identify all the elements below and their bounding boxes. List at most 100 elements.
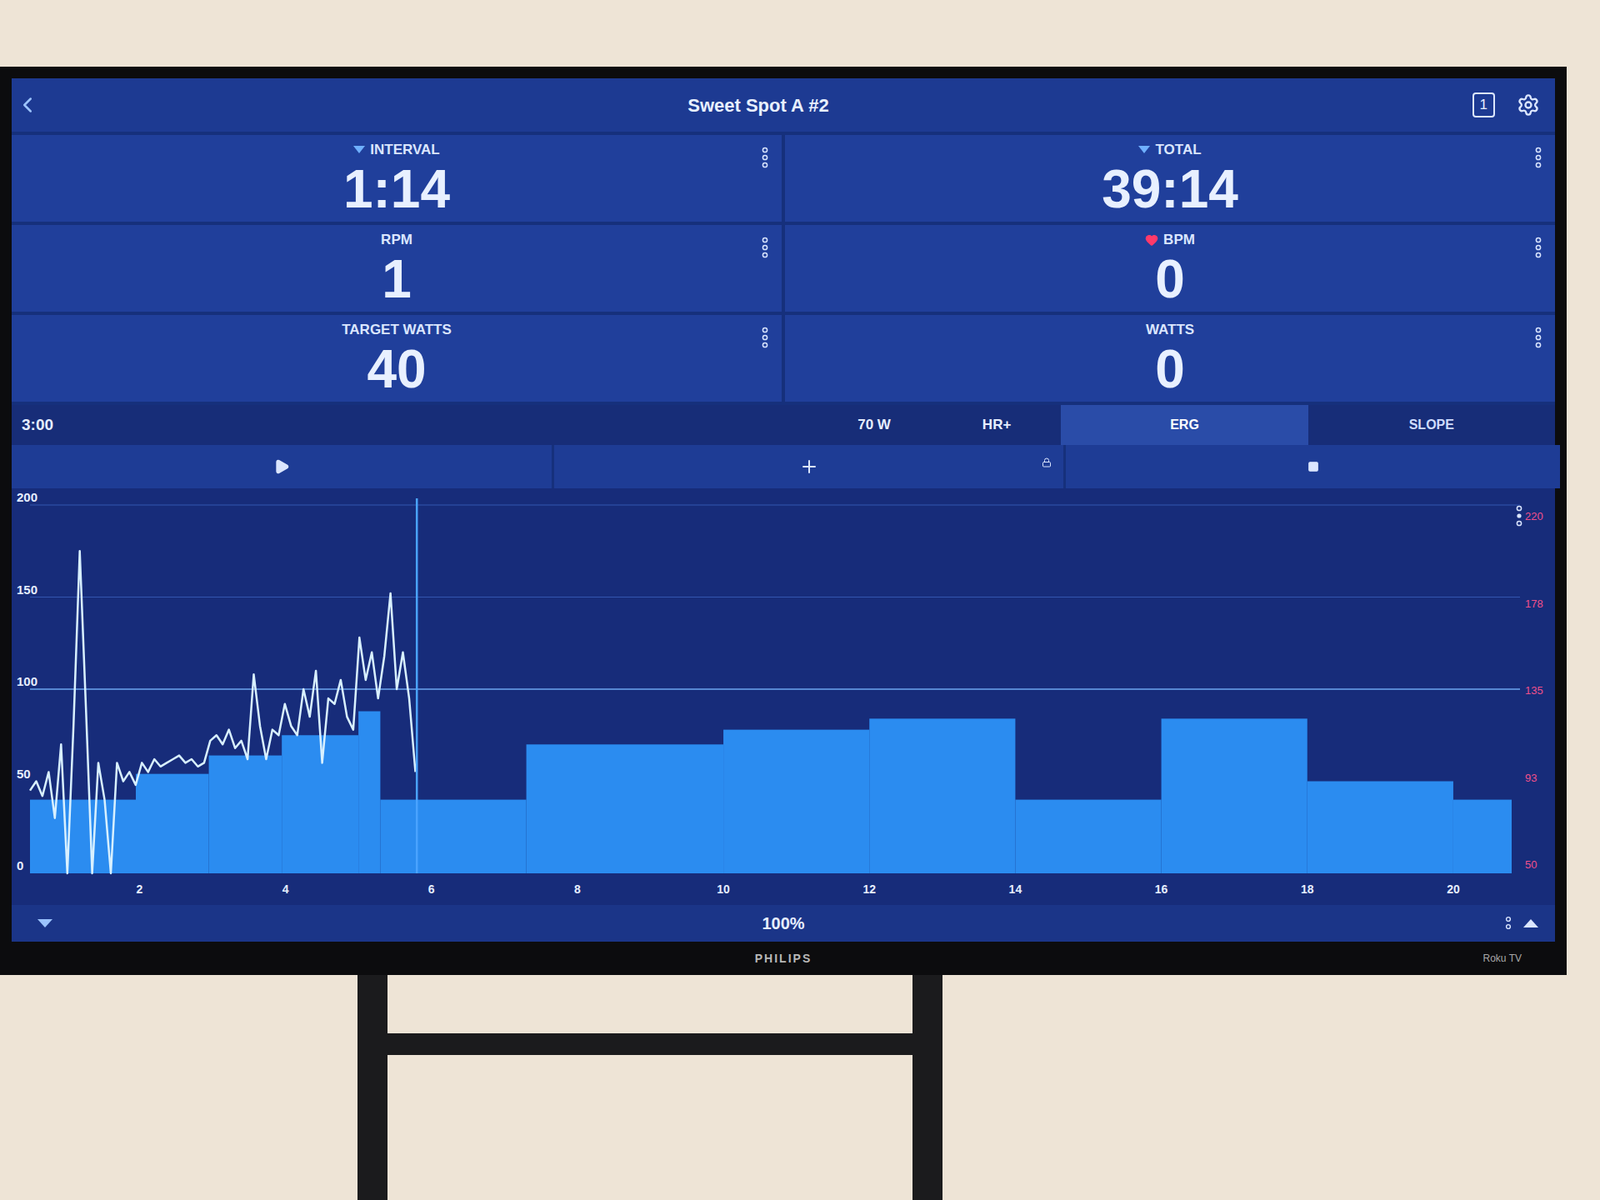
footer-menu-icon[interactable] xyxy=(1505,915,1512,931)
metrics-grid: INTERVAL 1:14 TOTAL 39:14 RPM 1 BPM 0 TARGET WAT… xyxy=(11,135,1555,402)
interval-bar[interactable] xyxy=(30,800,136,874)
metric-label: TARGET WATTS xyxy=(341,320,452,339)
metric-tile: RPM 1 xyxy=(11,225,782,312)
kebab-menu-icon[interactable] xyxy=(1534,236,1543,259)
interval-bar[interactable] xyxy=(526,744,724,874)
x-axis-label: 10 xyxy=(716,882,730,896)
hr-axis-label: 50 xyxy=(1525,858,1537,871)
interval-bar[interactable] xyxy=(1015,800,1161,874)
metric-value: 0 xyxy=(1155,252,1185,306)
stand-leg xyxy=(357,975,388,1200)
mode-bar-item[interactable]: 70 W xyxy=(857,414,891,436)
grid-line xyxy=(30,505,1520,506)
metric-value: 39:14 xyxy=(1101,162,1239,216)
hr-axis-label: 135 xyxy=(1525,684,1544,697)
hr-axis-label: 220 xyxy=(1525,510,1544,523)
tv-badge: Roku TV xyxy=(811,950,1555,966)
display-badge[interactable]: 1 xyxy=(1472,92,1495,118)
heart-icon xyxy=(1145,233,1159,247)
chart-menu-icon[interactable] xyxy=(1516,505,1521,510)
x-axis-label: 2 xyxy=(135,882,143,896)
interval-bar[interactable] xyxy=(358,711,380,874)
y-axis-label: 50 xyxy=(16,766,31,781)
mode-bar-item[interactable]: HR+ xyxy=(982,414,1011,436)
plus-icon[interactable] xyxy=(799,456,820,477)
interval-bar[interactable] xyxy=(380,800,526,874)
metric-label: INTERVAL xyxy=(353,140,440,159)
x-axis-label: 20 xyxy=(1446,882,1460,896)
x-axis-label: 12 xyxy=(862,882,876,896)
x-axis-label: 4 xyxy=(282,882,290,896)
app-screen: Sweet Spot A #2 1 INTERVAL 1:14 TOTAL 39:14 RP… xyxy=(11,78,1555,942)
interval-bar[interactable] xyxy=(1161,718,1308,874)
metric-value: 1:14 xyxy=(343,162,450,216)
metric-label: BPM xyxy=(1145,230,1195,249)
hr-axis-label: 178 xyxy=(1525,597,1544,610)
metric-tile: TOTAL 39:14 xyxy=(785,135,1555,222)
interval-bar[interactable] xyxy=(723,730,870,874)
play-icon[interactable] xyxy=(273,458,290,475)
y-axis-label: 200 xyxy=(16,490,38,505)
dropdown-triangle-icon[interactable] xyxy=(353,145,365,155)
controls-bar xyxy=(11,445,1555,489)
collapse-down-icon[interactable] xyxy=(37,919,53,928)
mode-tab[interactable]: SLOPE xyxy=(1308,405,1555,445)
metric-label: WATTS xyxy=(1145,320,1195,339)
metric-tile: TARGET WATTS 40 xyxy=(11,315,782,402)
stop-icon[interactable] xyxy=(1307,460,1320,473)
power-line xyxy=(30,550,416,874)
kebab-menu-icon[interactable] xyxy=(760,236,770,259)
interval-bar[interactable] xyxy=(1453,800,1512,874)
footer-bar: 100% xyxy=(11,905,1555,942)
x-axis-label: 16 xyxy=(1155,882,1169,896)
next-interval-time: 3:00 xyxy=(11,405,552,445)
x-axis-label: 8 xyxy=(574,882,581,896)
lock-icon[interactable] xyxy=(1041,457,1052,468)
tv-brand: PHILIPS xyxy=(755,950,812,968)
play-button[interactable] xyxy=(11,445,552,489)
add-button[interactable] xyxy=(554,445,1064,489)
interval-bar[interactable] xyxy=(209,755,283,874)
tv-bezel: PHILIPSRoku TV xyxy=(11,941,1555,975)
kebab-menu-icon[interactable] xyxy=(1534,326,1543,349)
x-axis-label: 18 xyxy=(1300,882,1315,896)
stand-leg xyxy=(912,975,943,1200)
metric-tile: WATTS 0 xyxy=(785,315,1555,402)
mode-bar: 3:00 70 W HR+ ERGSLOPE xyxy=(11,405,1555,445)
x-axis-label: 14 xyxy=(1009,882,1023,896)
metric-value: 40 xyxy=(366,342,426,396)
metric-label: RPM xyxy=(380,230,413,249)
hr-axis-label: 93 xyxy=(1525,771,1537,785)
kebab-menu-icon[interactable] xyxy=(760,146,770,169)
stop-button[interactable] xyxy=(1065,445,1560,489)
tv-stand xyxy=(0,975,1600,1200)
kebab-menu-icon[interactable] xyxy=(1534,146,1543,169)
progress-cursor xyxy=(415,498,419,874)
y-axis-label: 100 xyxy=(16,674,38,689)
app: Sweet Spot A #2 1 INTERVAL 1:14 TOTAL 39:14 RP… xyxy=(0,0,1600,1200)
stand-crossbar xyxy=(387,1033,913,1055)
interval-bar[interactable] xyxy=(135,774,210,874)
metric-value: 1 xyxy=(381,252,412,306)
expand-up-icon[interactable] xyxy=(1523,919,1539,928)
metric-value: 0 xyxy=(1155,342,1185,396)
metric-tile: INTERVAL 1:14 xyxy=(11,135,782,222)
y-axis-label: 0 xyxy=(16,858,24,873)
workout-chart[interactable]: 0501001502002201781359350246810121416182… xyxy=(11,488,1555,905)
gear-icon[interactable] xyxy=(1516,93,1540,117)
tv-frame: Sweet Spot A #2 1 INTERVAL 1:14 TOTAL 39:14 RP… xyxy=(0,66,1567,975)
interval-bar[interactable] xyxy=(281,735,359,874)
workout-title: Sweet Spot A #2 xyxy=(78,91,1439,120)
chart-background xyxy=(11,488,1555,905)
x-axis-label: 6 xyxy=(428,882,435,896)
title-bar: Sweet Spot A #2 1 xyxy=(11,78,1555,132)
interval-bar[interactable] xyxy=(1307,781,1454,875)
metric-label: TOTAL xyxy=(1138,140,1201,159)
interval-bar[interactable] xyxy=(869,718,1015,874)
grid-line xyxy=(30,596,1520,598)
mode-tab[interactable]: ERG xyxy=(1060,405,1308,445)
dropdown-triangle-icon[interactable] xyxy=(1138,145,1150,155)
intensity-label[interactable]: 100% xyxy=(78,910,1489,936)
back-icon[interactable] xyxy=(15,92,40,118)
kebab-menu-icon[interactable] xyxy=(760,326,770,349)
